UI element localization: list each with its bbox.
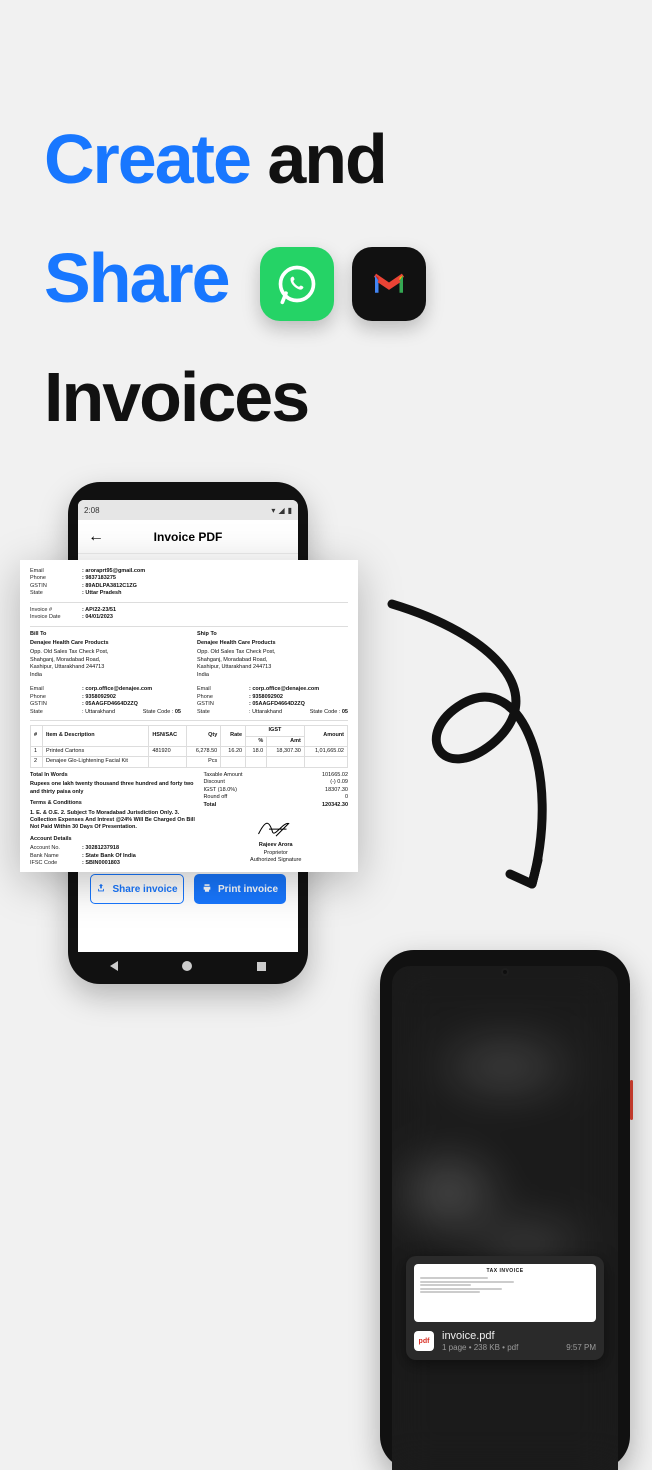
- share-invoice-label: Share invoice: [112, 884, 177, 895]
- headline-create: Create: [44, 120, 250, 198]
- print-icon: [202, 883, 212, 896]
- android-navbar: [78, 954, 298, 978]
- pdf-badge-icon: pdf: [414, 1331, 434, 1351]
- whatsapp-icon: [260, 247, 334, 321]
- android-statusbar: 2:08 ▾ ◢ ▮: [78, 500, 298, 520]
- power-button: [630, 1080, 633, 1120]
- nav-home-icon[interactable]: [182, 961, 192, 971]
- share-icon: [96, 883, 106, 896]
- table-row: 2 Denajee Glo-Lightening Facial Kit Pcs: [31, 757, 348, 767]
- appbar-title: Invoice PDF: [154, 530, 223, 544]
- pdf-preview: TAX INVOICE: [414, 1264, 596, 1322]
- flow-arrow-icon: [372, 594, 572, 934]
- headline-invoices: Invoices: [44, 358, 308, 436]
- status-time: 2:08: [84, 506, 100, 515]
- bill-to-block: Bill To Denajee Health Care Products Opp…: [30, 631, 181, 717]
- share-attachment-card[interactable]: TAX INVOICE pdf invoice.pdf 1 page • 238…: [406, 1256, 604, 1360]
- gmail-icon: [352, 247, 426, 321]
- invoice-items-table: # Item & Description HSN/SAC Qty Rate IG…: [30, 720, 348, 768]
- signal-icon: ◢: [278, 506, 284, 515]
- signature-block: Rajeev Arora Proprietor Authorized Signa…: [203, 815, 348, 865]
- attachment-fileinfo: 1 page • 238 KB • pdf: [442, 1343, 558, 1352]
- message-time: 9:57 PM: [566, 1343, 596, 1352]
- share-invoice-button[interactable]: Share invoice: [90, 874, 184, 904]
- phone-share-target: TAX INVOICE pdf invoice.pdf 1 page • 238…: [380, 950, 630, 1470]
- back-icon[interactable]: ←: [88, 528, 104, 546]
- blurred-background: [392, 966, 618, 1470]
- print-invoice-label: Print invoice: [218, 884, 278, 895]
- battery-icon: ▮: [288, 506, 292, 515]
- headline-and: and: [267, 120, 385, 198]
- appbar: ← Invoice PDF: [78, 520, 298, 554]
- ship-to-block: Ship To Denajee Health Care Products Opp…: [197, 631, 348, 717]
- table-row: 1 Printed Cartons 481920 6,278.50 16.20 …: [31, 747, 348, 757]
- nav-back-icon[interactable]: [110, 961, 118, 971]
- headline: Create and Share Invoices: [44, 100, 614, 457]
- attachment-filename: invoice.pdf: [442, 1330, 558, 1342]
- wifi-icon: ▾: [271, 506, 275, 515]
- nav-recents-icon[interactable]: [257, 962, 266, 971]
- invoice-document: Email: aroraprt95@gmail.com Phone: 98371…: [20, 560, 358, 872]
- headline-share: Share: [44, 239, 229, 317]
- print-invoice-button[interactable]: Print invoice: [194, 874, 286, 904]
